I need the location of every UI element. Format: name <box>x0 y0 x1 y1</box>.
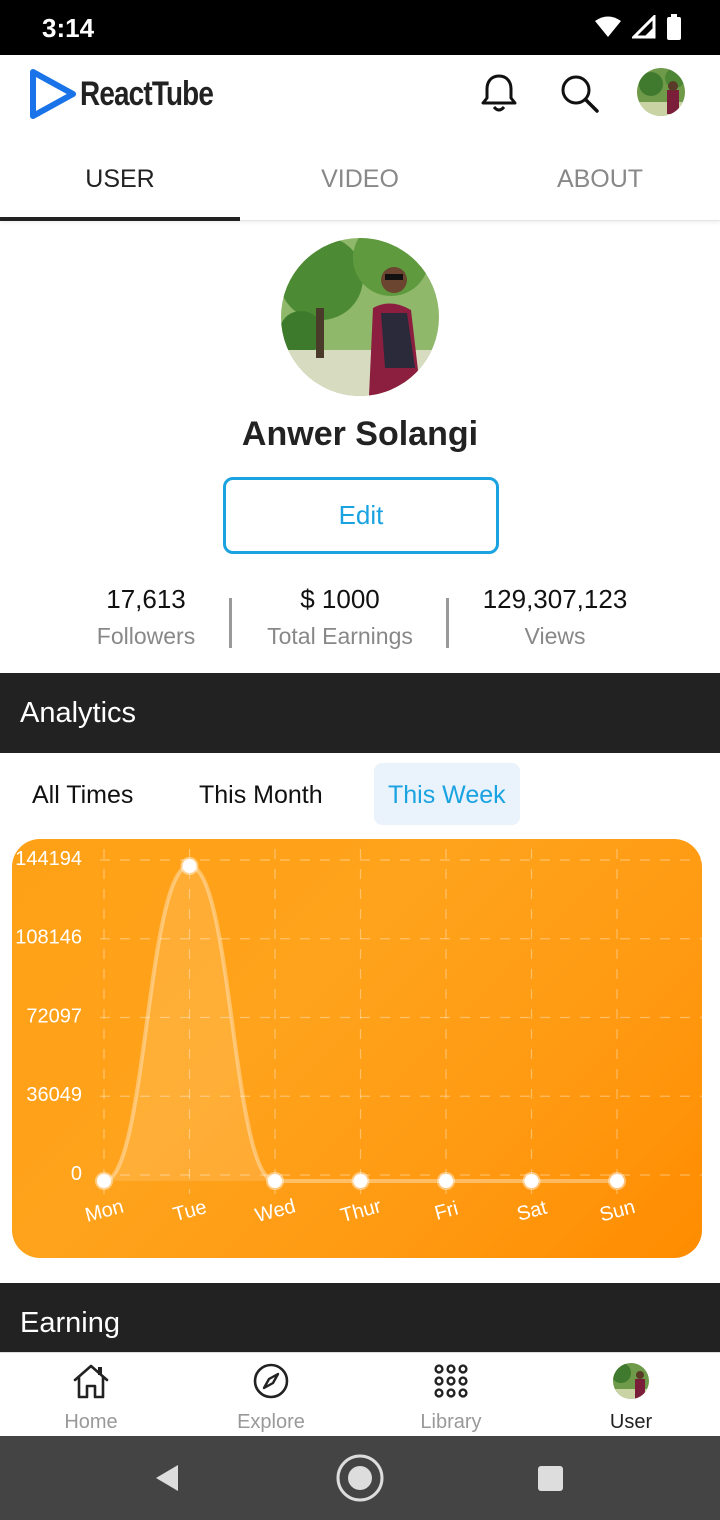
nav-user[interactable]: User <box>541 1353 720 1437</box>
y-tick-label: 108146 <box>15 927 82 949</box>
stat-label: Followers <box>96 623 196 649</box>
edit-profile-button[interactable]: Edit <box>223 477 499 554</box>
stat-total-earnings: $ 1000 Total Earnings <box>250 584 430 650</box>
search-icon[interactable] <box>557 71 601 115</box>
tab-user[interactable]: USER <box>0 140 240 221</box>
status-bar: 3:14 <box>0 0 720 55</box>
analytics-chart: 0 36049 72097 108146 144194 Mon Tue Wed Thur Fri S… <box>12 839 702 1258</box>
top-tabs: USER VIDEO ABOUT <box>0 140 720 221</box>
nav-home[interactable]: Home <box>1 1353 181 1437</box>
app-name: ReactTube <box>80 74 214 113</box>
app-logo[interactable]: ReactTube <box>28 67 242 121</box>
profile-name: Anwer Solangi <box>241 415 479 453</box>
data-point <box>524 1174 539 1188</box>
data-point <box>353 1174 368 1188</box>
nav-label: Explore <box>237 1411 305 1433</box>
stat-views: 129,307,123 Views <box>470 584 640 650</box>
app-bar: ReactTube <box>0 55 720 140</box>
y-tick-label: 36049 <box>26 1084 82 1106</box>
data-point <box>97 1174 111 1188</box>
analytics-header: Analytics <box>0 673 720 753</box>
x-tick-label: Sat <box>515 1197 550 1226</box>
recents-icon[interactable] <box>537 1465 564 1492</box>
data-point <box>268 1174 282 1188</box>
earning-header: Earning <box>0 1283 720 1352</box>
profile-stats: 17,613 Followers $ 1000 Total Earnings 1… <box>0 584 720 654</box>
status-time: 3:14 <box>42 13 95 43</box>
x-tick-label: Mon <box>83 1196 126 1227</box>
data-point <box>610 1174 624 1188</box>
stat-value: $ 1000 <box>300 584 380 614</box>
filter-this-week[interactable]: This Week <box>374 763 520 825</box>
x-tick-label: Thur <box>338 1195 384 1227</box>
compass-icon <box>253 1363 289 1399</box>
stat-divider <box>229 598 232 648</box>
battery-icon <box>667 14 681 40</box>
y-tick-label: 144194 <box>15 848 82 870</box>
system-navigation-bar <box>0 1436 720 1520</box>
x-tick-label: Sun <box>597 1196 637 1226</box>
y-tick-label: 0 <box>71 1163 82 1185</box>
filter-this-month[interactable]: This Month <box>185 763 337 825</box>
stat-divider <box>446 598 449 648</box>
cellular-signal-icon <box>632 15 656 39</box>
back-icon[interactable] <box>152 1463 182 1493</box>
home-circle-icon[interactable] <box>335 1453 385 1503</box>
data-point <box>439 1174 453 1188</box>
y-tick-label: 72097 <box>26 1006 82 1028</box>
wifi-icon <box>595 16 621 37</box>
profile-avatar <box>281 238 439 396</box>
nav-label: Library <box>420 1411 482 1433</box>
nav-library[interactable]: Library <box>361 1353 541 1437</box>
filter-all-times[interactable]: All Times <box>18 763 147 825</box>
stat-label: Total Earnings <box>267 623 413 649</box>
avatar <box>613 1363 649 1399</box>
tab-about[interactable]: ABOUT <box>480 140 720 220</box>
x-tick-label: Tue <box>171 1196 209 1226</box>
line-chart: 0 36049 72097 108146 144194 Mon Tue Wed Thur Fri S… <box>15 848 702 1227</box>
stat-value: 17,613 <box>106 584 186 614</box>
play-logo-icon <box>30 69 76 119</box>
x-tick-label: Wed <box>253 1195 298 1227</box>
analytics-filters: All Times This Month This Week <box>0 763 720 825</box>
nav-label: Home <box>64 1411 118 1433</box>
grid-dots-icon <box>434 1364 468 1398</box>
stat-label: Views <box>524 623 586 649</box>
tab-video[interactable]: VIDEO <box>240 140 480 220</box>
nav-label: User <box>609 1411 653 1433</box>
bell-icon[interactable] <box>477 71 521 115</box>
bottom-navigation: Home Explore Library User <box>0 1352 720 1437</box>
nav-explore[interactable]: Explore <box>181 1353 361 1437</box>
home-icon <box>73 1364 109 1399</box>
header-avatar[interactable] <box>637 68 685 116</box>
stat-value: 129,307,123 <box>482 584 628 614</box>
data-point <box>182 859 197 873</box>
x-tick-label: Fri <box>432 1198 460 1225</box>
stat-followers: 17,613 Followers <box>76 584 216 650</box>
